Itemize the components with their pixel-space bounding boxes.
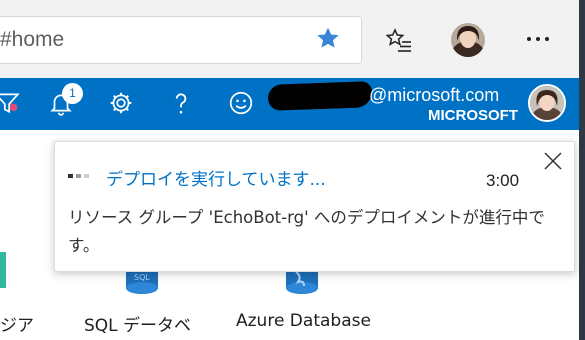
redacted-username bbox=[267, 81, 373, 111]
notification-title[interactable]: デプロイを実行しています... bbox=[106, 165, 326, 190]
address-bar[interactable]: #home bbox=[0, 16, 362, 64]
window-edge bbox=[579, 0, 585, 340]
star-filled-icon[interactable] bbox=[315, 25, 341, 51]
more-icon[interactable] bbox=[526, 36, 550, 42]
favorites-list-icon[interactable] bbox=[386, 28, 412, 52]
browser-toolbar: #home bbox=[0, 0, 585, 78]
service-label[interactable]: SQL データベ bbox=[84, 311, 191, 336]
help-icon[interactable] bbox=[168, 90, 194, 116]
sql-database-icon[interactable]: SQL bbox=[124, 268, 160, 296]
settings-gear-icon[interactable] bbox=[108, 90, 134, 116]
close-icon[interactable] bbox=[542, 150, 564, 172]
notification-body: リソース グループ 'EchoBot-rg' へのデプロイメントが進行中です。 bbox=[68, 208, 545, 255]
service-label[interactable]: ジア bbox=[0, 311, 34, 336]
svg-text:SQL: SQL bbox=[134, 273, 150, 282]
filter-icon[interactable] bbox=[0, 90, 20, 116]
address-text: #home bbox=[0, 28, 65, 51]
notification-count-badge: 1 bbox=[62, 83, 83, 104]
deployment-notification[interactable]: デプロイを実行しています... 3:00 リソース グループ 'EchoBot-… bbox=[54, 141, 575, 272]
browser-profile-avatar[interactable] bbox=[451, 23, 485, 57]
account-avatar[interactable] bbox=[528, 84, 566, 122]
resource-tile-accent bbox=[0, 252, 6, 288]
account-email[interactable]: @microsoft.com bbox=[369, 85, 499, 106]
feedback-smiley-icon[interactable] bbox=[228, 90, 254, 116]
account-org[interactable]: MICROSOFT bbox=[428, 107, 518, 124]
progress-dots-icon bbox=[68, 174, 92, 178]
notification-time: 3:00 bbox=[486, 171, 520, 190]
service-label[interactable]: Azure Database bbox=[236, 311, 371, 331]
azure-database-icon[interactable] bbox=[284, 268, 320, 296]
